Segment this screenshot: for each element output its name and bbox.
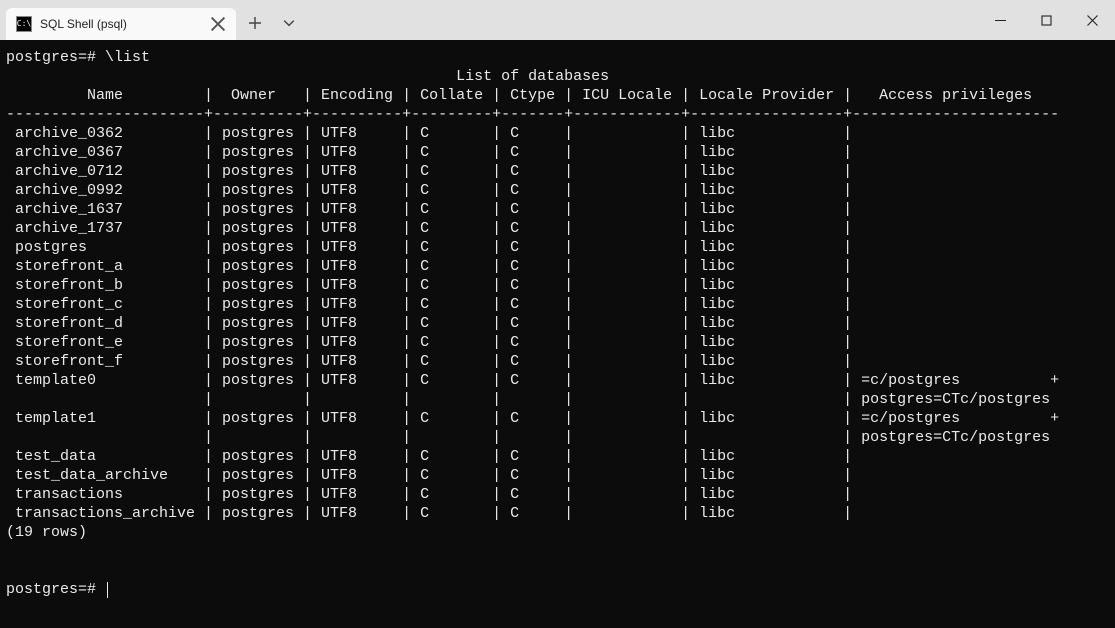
window-controls [977,0,1115,40]
close-tab-button[interactable] [210,16,226,32]
prompt: postgres=# [6,581,105,598]
tab-sql-shell[interactable]: C:\ SQL Shell (psql) [6,8,236,40]
terminal-output[interactable]: postgres=# \list List of databases Name … [0,40,1115,628]
window-titlebar: C:\ SQL Shell (psql) [0,0,1115,40]
new-tab-button[interactable] [240,8,270,38]
cursor [107,582,108,598]
minimize-button[interactable] [977,0,1023,40]
close-window-button[interactable] [1069,0,1115,40]
maximize-button[interactable] [1023,0,1069,40]
tab-label: SQL Shell (psql) [40,17,202,31]
terminal-icon: C:\ [16,16,32,32]
tab-dropdown-button[interactable] [274,8,304,38]
tab-strip: C:\ SQL Shell (psql) [0,0,304,40]
